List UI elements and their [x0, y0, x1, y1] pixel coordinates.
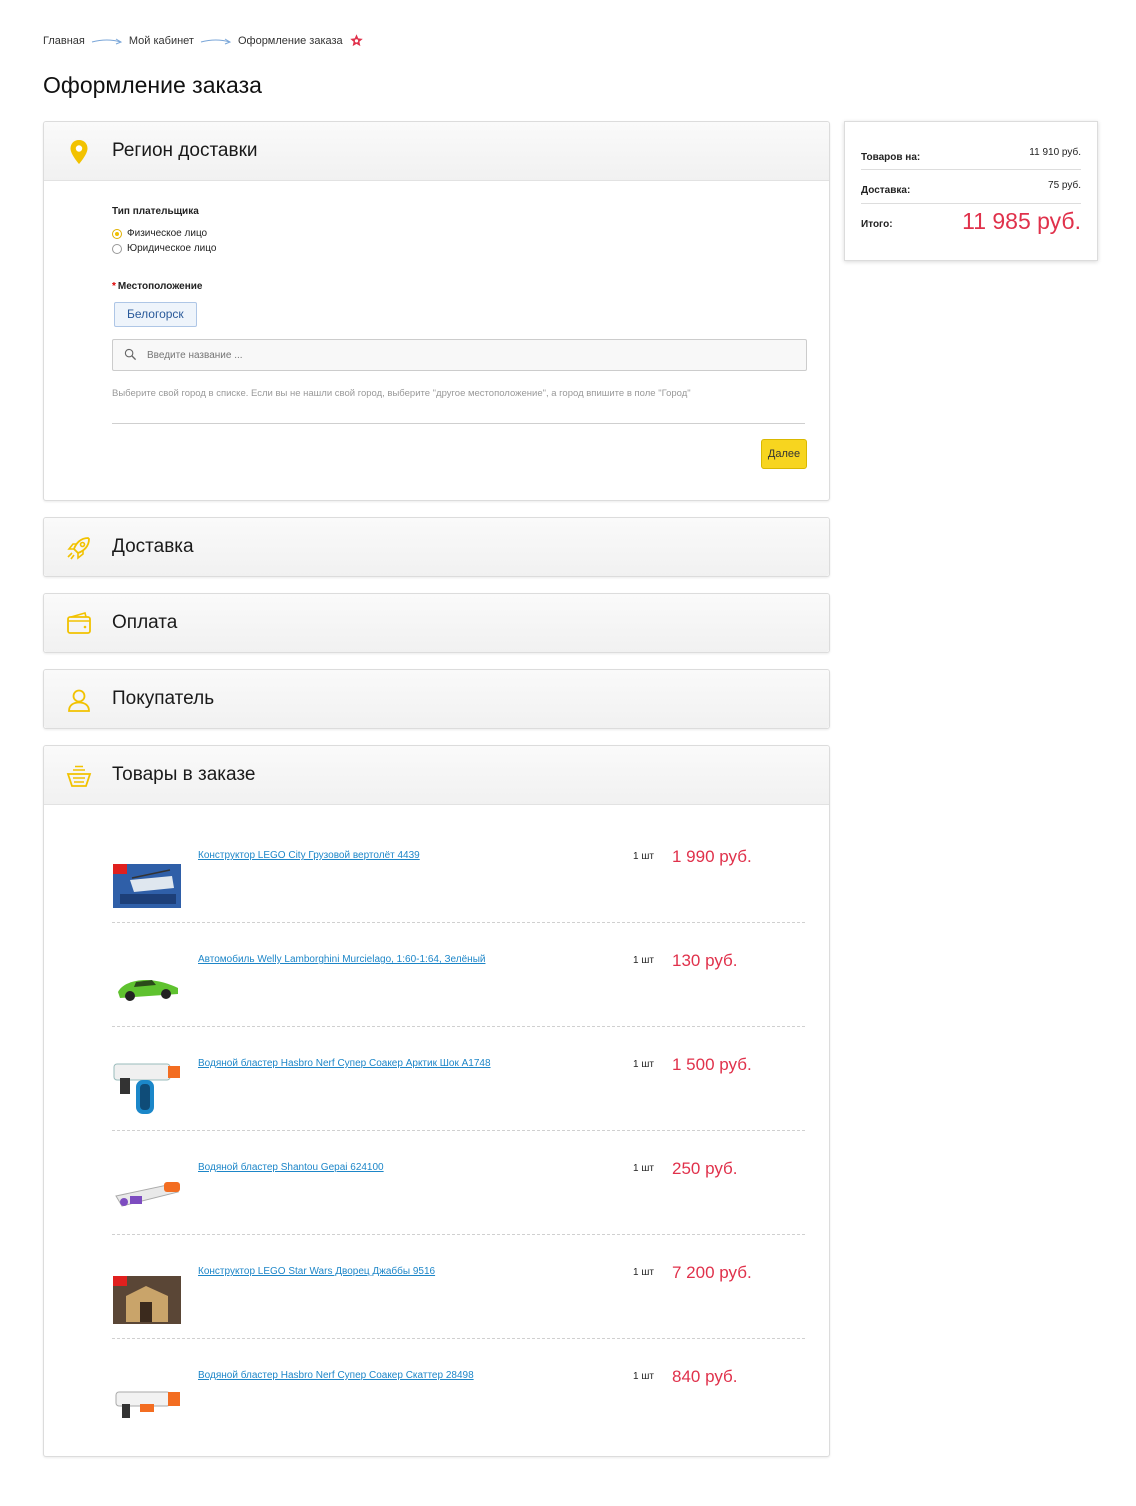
item-price: 250 руб.: [672, 1159, 738, 1178]
breadcrumb-cabinet[interactable]: Мой кабинет: [129, 35, 194, 47]
items-panel-header[interactable]: Товары в заказе: [44, 746, 829, 805]
summary-delivery-label: Доставка:: [861, 185, 911, 196]
order-item: Водяной бластер Hasbro Nerf Супер Соакер…: [112, 1340, 805, 1443]
divider: [112, 423, 805, 424]
payer-option-label: Физическое лицо: [127, 228, 208, 239]
breadcrumb-home[interactable]: Главная: [43, 35, 85, 47]
next-button[interactable]: Далее: [761, 439, 807, 469]
location-label: * Местоположение: [112, 281, 203, 292]
item-quantity: 1 шт: [633, 955, 654, 966]
items-panel: Товары в заказе Конструктор LEGO City Гр…: [43, 745, 830, 1457]
search-icon: [124, 348, 137, 361]
summary-total-label: Итого:: [861, 219, 893, 230]
payer-option-label: Юридическое лицо: [127, 243, 217, 254]
product-link[interactable]: Водяной бластер Shantou Gepai 624100: [198, 1162, 384, 1173]
summary-total-value: 11 985 руб.: [962, 208, 1081, 234]
product-link[interactable]: Автомобиль Welly Lamborghini Murcielago,…: [198, 954, 485, 965]
item-separator: [112, 1130, 805, 1131]
order-item: Конструктор LEGO City Грузовой вертолёт …: [112, 820, 805, 923]
item-separator: [112, 1338, 805, 1339]
radio-checked[interactable]: [112, 228, 122, 239]
item-quantity: 1 шт: [633, 1059, 654, 1070]
buyer-panel-header[interactable]: Покупатель: [44, 670, 829, 728]
location-hint: Выберите свой город в списке. Если вы не…: [112, 388, 691, 399]
item-separator: [112, 1234, 805, 1235]
item-price: 1 500 руб.: [672, 1055, 752, 1074]
order-item: Водяной бластер Shantou Gepai 624100 1 ш…: [112, 1132, 805, 1235]
item-separator: [112, 1026, 805, 1027]
selected-city-chip[interactable]: Белогорск: [114, 302, 197, 327]
region-panel-title: Регион доставки: [112, 140, 258, 161]
summary-delivery-row: Доставка: 75 руб.: [861, 180, 1081, 198]
product-image[interactable]: [112, 1370, 182, 1430]
payer-option-individual[interactable]: Физическое лицо: [112, 228, 207, 239]
delivery-panel-title: Доставка: [112, 536, 194, 557]
product-image[interactable]: [112, 954, 182, 1014]
location-search[interactable]: [112, 339, 807, 371]
breadcrumb: Главная Мой кабинет Оформление заказа: [43, 33, 364, 48]
summary-divider: [861, 169, 1081, 170]
product-link[interactable]: Водяной бластер Hasbro Nerf Супер Соакер…: [198, 1370, 474, 1381]
product-image[interactable]: [112, 1058, 182, 1118]
order-item: Конструктор LEGO Star Wars Дворец Джаббы…: [112, 1236, 805, 1339]
item-price: 7 200 руб.: [672, 1263, 752, 1282]
breadcrumb-current: Оформление заказа: [237, 34, 343, 47]
radio-unchecked[interactable]: [112, 243, 122, 254]
wallet-icon: [67, 612, 91, 634]
summary-goods-row: Товаров на: 11 910 руб.: [861, 147, 1081, 165]
arrow-right-icon: [91, 38, 122, 44]
payer-option-legal[interactable]: Юридическое лицо: [112, 243, 216, 254]
item-quantity: 1 шт: [633, 1267, 654, 1278]
user-icon: [68, 689, 90, 712]
rocket-icon: [67, 537, 90, 560]
product-link[interactable]: Конструктор LEGO City Грузовой вертолёт …: [198, 850, 420, 861]
order-summary: Товаров на: 11 910 руб. Доставка: 75 руб…: [844, 121, 1098, 261]
payment-panel[interactable]: Оплата: [43, 593, 830, 653]
summary-total-row: Итого: 11 985 руб.: [861, 208, 1081, 234]
item-quantity: 1 шт: [633, 851, 654, 862]
item-quantity: 1 шт: [633, 1163, 654, 1174]
arrow-right-icon: [200, 38, 232, 44]
order-item: Водяной бластер Hasbro Nerf Супер Соакер…: [112, 1028, 805, 1131]
region-panel: Регион доставки Тип плательщика Физическ…: [43, 121, 830, 501]
payer-type-label: Тип плательщика: [112, 206, 199, 217]
location-search-input[interactable]: [145, 340, 789, 370]
product-image[interactable]: [112, 1266, 182, 1326]
star-icon[interactable]: [349, 33, 364, 48]
delivery-panel-header[interactable]: Доставка: [44, 518, 829, 576]
summary-delivery-value: 75 руб.: [1048, 180, 1081, 191]
item-price: 1 990 руб.: [672, 847, 752, 866]
payment-panel-header[interactable]: Оплата: [44, 594, 829, 652]
item-price: 130 руб.: [672, 951, 738, 970]
delivery-panel[interactable]: Доставка: [43, 517, 830, 577]
items-panel-title: Товары в заказе: [112, 764, 256, 785]
item-price: 840 руб.: [672, 1367, 738, 1386]
product-link[interactable]: Водяной бластер Hasbro Nerf Супер Соакер…: [198, 1058, 491, 1069]
buyer-panel[interactable]: Покупатель: [43, 669, 830, 729]
summary-goods-label: Товаров на:: [861, 152, 921, 163]
buyer-panel-title: Покупатель: [112, 688, 215, 709]
product-image[interactable]: [112, 850, 182, 910]
summary-divider: [861, 203, 1081, 204]
region-panel-header[interactable]: Регион доставки: [44, 122, 829, 181]
order-item: Автомобиль Welly Lamborghini Murcielago,…: [112, 924, 805, 1027]
required-mark: *: [112, 281, 116, 292]
product-image[interactable]: [112, 1162, 182, 1222]
page-title: Оформление заказа: [43, 72, 262, 98]
item-quantity: 1 шт: [633, 1371, 654, 1382]
location-pin-icon: [70, 140, 88, 164]
basket-icon: [66, 765, 92, 787]
summary-goods-value: 11 910 руб.: [1029, 147, 1081, 158]
item-separator: [112, 922, 805, 923]
product-link[interactable]: Конструктор LEGO Star Wars Дворец Джаббы…: [198, 1266, 435, 1277]
payment-panel-title: Оплата: [112, 612, 178, 633]
